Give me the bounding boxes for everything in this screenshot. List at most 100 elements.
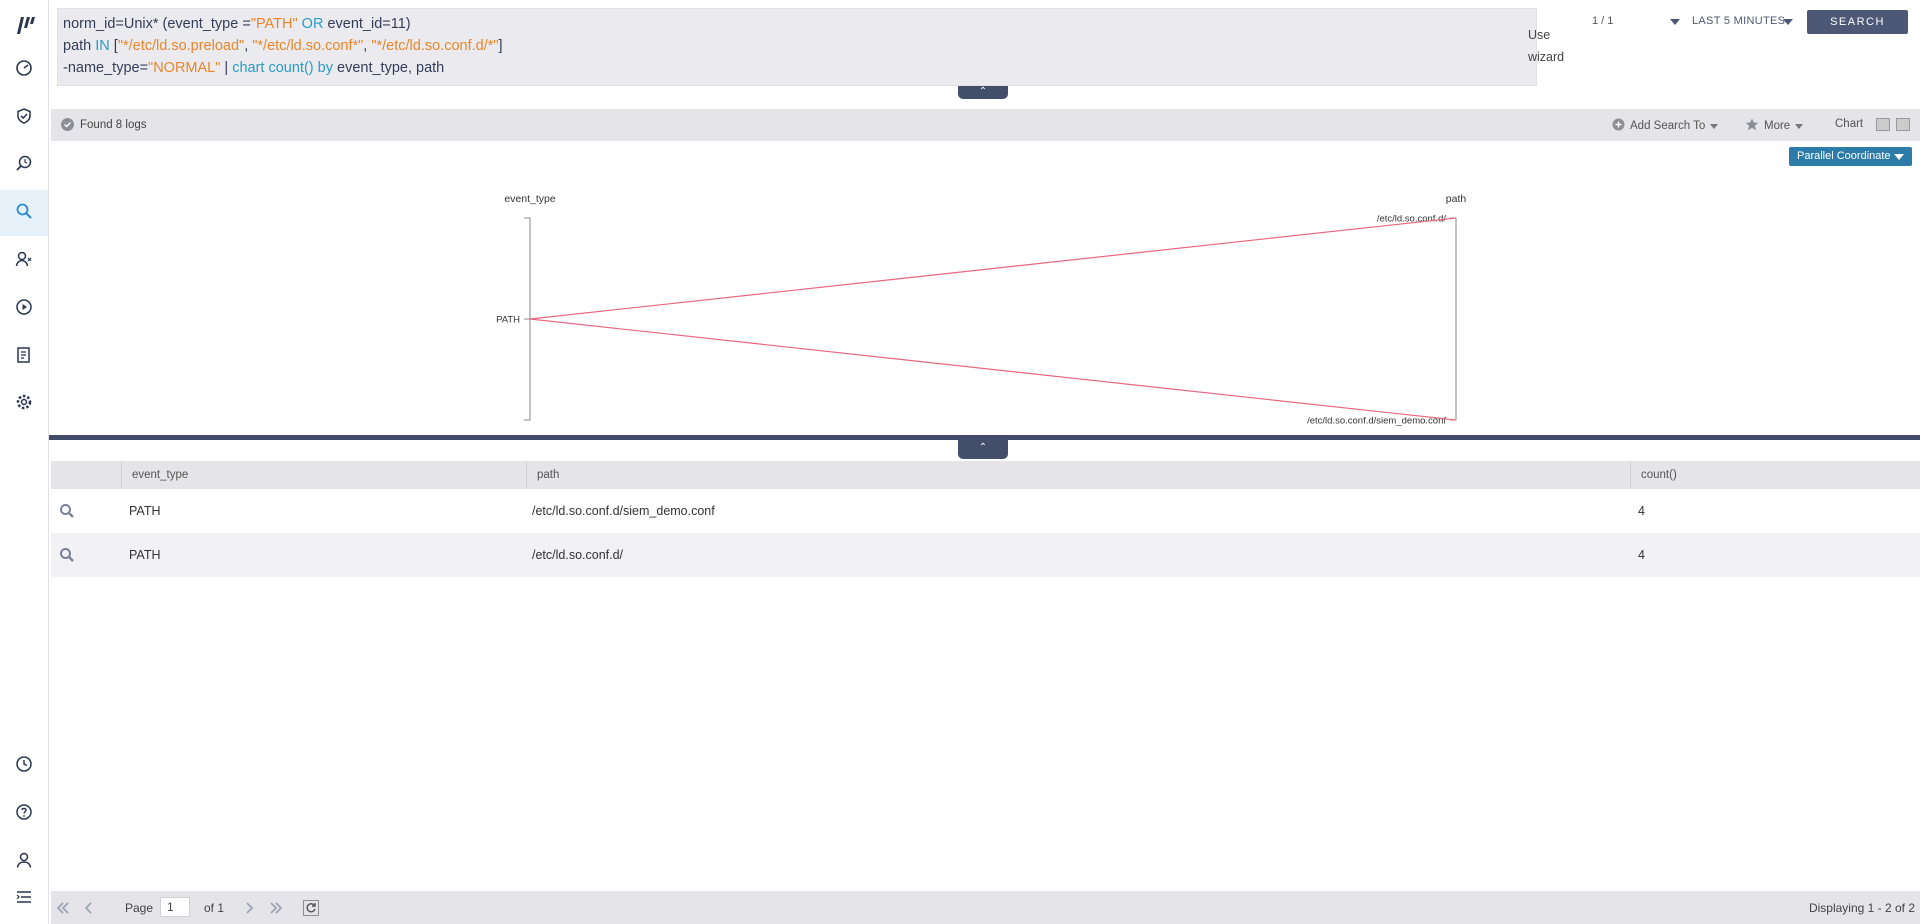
search-page-count: 1 / 1 — [1592, 15, 1614, 27]
page-label: Page — [125, 901, 154, 915]
query-token: "NORMAL" — [148, 60, 221, 76]
series-line — [529, 318, 1457, 421]
cell-path: /etc/ld.so.conf.d/siem_demo.conf — [532, 504, 715, 518]
help-icon — [15, 803, 33, 826]
results-toolbar: Found 8 logs Add Search To More Chart — [51, 109, 1920, 141]
axis-title: path — [1446, 193, 1467, 205]
query-token: norm_id=Unix* (event_type = — [63, 16, 251, 32]
results-table: event_type path count() PATH /etc/ld.so.… — [51, 461, 1920, 577]
refresh-icon[interactable] — [303, 900, 319, 916]
chevron-down-icon — [1894, 154, 1904, 160]
table-header: event_type path count() — [51, 461, 1920, 489]
query-token: "*/etc/ld.so.preload" — [117, 38, 245, 54]
sidebar-item-dashboard[interactable] — [0, 47, 48, 93]
sidebar-item-settings[interactable] — [0, 381, 48, 427]
axis-path — [1450, 217, 1457, 421]
query-token: by — [317, 60, 333, 76]
query-token: chart count() — [232, 60, 314, 76]
last-page-icon[interactable] — [268, 900, 284, 916]
cell-event-type: PATH — [129, 504, 161, 518]
cell-path: /etc/ld.so.conf.d/ — [532, 548, 624, 562]
column-header-count[interactable]: count() — [1630, 461, 1920, 489]
search-history-icon — [15, 154, 33, 177]
column-header-event-type[interactable]: event_type — [121, 461, 526, 489]
pagination-bar: Page 1 of 1 Displaying 1 - 2 of 2 — [51, 891, 1920, 924]
prev-page-icon[interactable] — [81, 900, 97, 916]
dashboard-icon — [15, 59, 33, 82]
sidebar-item-reports[interactable] — [0, 334, 48, 380]
chart-label: Chart — [1835, 118, 1864, 130]
chart-type-label: Parallel Coordinate — [1797, 150, 1891, 162]
query-line-3: -name_type="NORMAL" | chart count() by e… — [63, 57, 1531, 79]
page-total: of 1 — [204, 901, 225, 915]
more-label: More — [1764, 120, 1791, 132]
query-token: [ — [109, 38, 118, 54]
table-row: PATH /etc/ld.so.conf.d/siem_demo.conf 4 — [51, 489, 1920, 533]
more-button[interactable]: More — [1745, 118, 1804, 134]
axis-title: event_type — [504, 193, 556, 205]
play-icon — [15, 298, 33, 321]
cell-event-type: PATH — [129, 548, 161, 562]
chart-type-select[interactable]: Parallel Coordinate — [1789, 147, 1912, 166]
search-button[interactable]: SEARCH — [1807, 10, 1908, 34]
user-icon — [15, 851, 33, 874]
page-number-input[interactable]: 1 — [160, 897, 190, 917]
query-editor[interactable]: norm_id=Unix* (event_type ="PATH" OR eve… — [57, 8, 1564, 86]
cell-count: 4 — [1638, 548, 1645, 562]
query-token: | — [220, 60, 233, 76]
split-view-icon[interactable] — [1876, 118, 1890, 131]
query-token: event_id=11) — [327, 16, 411, 32]
series-line — [529, 217, 1457, 320]
star-icon — [1745, 118, 1759, 134]
search-icon[interactable] — [59, 503, 75, 519]
time-range-select[interactable]: LAST 5 MINUTES — [1692, 15, 1785, 27]
query-token: event_type, path — [332, 60, 445, 76]
sidebar-item-search-history[interactable] — [0, 142, 48, 188]
next-page-icon[interactable] — [241, 900, 257, 916]
chevron-down-icon[interactable] — [1783, 19, 1793, 25]
add-search-to-label: Add Search To — [1630, 120, 1706, 132]
query-line-2: path IN ["*/etc/ld.so.preload", "*/etc/l… — [63, 35, 1531, 57]
logpoint-logo[interactable] — [14, 14, 36, 36]
chevron-down-icon[interactable] — [1670, 19, 1680, 25]
users-icon — [15, 250, 33, 273]
column-header-actions — [51, 461, 121, 489]
query-token: IN — [95, 38, 110, 54]
query-token: path — [63, 38, 96, 54]
displaying-count: Displaying 1 - 2 of 2 — [1808, 901, 1915, 915]
full-view-icon[interactable] — [1896, 118, 1910, 131]
query-token: "PATH" — [250, 16, 298, 32]
sidebar-item-search[interactable] — [0, 190, 48, 236]
menu-icon — [15, 888, 33, 911]
sidebar-item-incidents[interactable] — [0, 95, 48, 141]
collapse-chart-button[interactable]: ⌃ — [958, 439, 1008, 459]
sidebar-item-users[interactable] — [0, 238, 48, 284]
query-token: ] — [498, 38, 503, 54]
gear-icon — [15, 393, 33, 416]
cell-count: 4 — [1638, 504, 1645, 518]
sidebar-item-help[interactable] — [0, 791, 48, 837]
collapse-query-button[interactable]: ⌃ — [958, 86, 1008, 99]
shield-check-icon — [15, 107, 33, 130]
add-search-to-button[interactable]: Add Search To — [1612, 118, 1719, 134]
chevron-down-icon — [1795, 123, 1804, 129]
sidebar-item-history[interactable] — [0, 743, 48, 789]
sidebar — [0, 0, 49, 924]
found-logs-label: Found 8 logs — [80, 118, 147, 131]
column-header-path[interactable]: path — [526, 461, 1630, 489]
search-icon[interactable] — [59, 547, 75, 563]
sidebar-item-playbooks[interactable] — [0, 286, 48, 332]
table-row: PATH /etc/ld.so.conf.d/ 4 — [51, 533, 1920, 577]
reports-icon — [15, 346, 33, 369]
double-chevron-up-icon: ⌃ — [978, 86, 988, 97]
plus-circle-icon — [1612, 118, 1625, 134]
chevron-down-icon — [1710, 123, 1719, 129]
query-token: OR — [297, 16, 328, 32]
search-icon — [15, 202, 33, 225]
parallel-coordinate-chart: event_typePATHpath/etc/ld.so.conf.d//etc… — [496, 193, 1467, 427]
sidebar-item-menu[interactable] — [0, 876, 48, 922]
check-circle-icon — [61, 118, 74, 131]
use-wizard-link[interactable]: Use wizard — [1528, 24, 1564, 68]
clock-icon — [15, 755, 33, 778]
first-page-icon[interactable] — [55, 900, 71, 916]
